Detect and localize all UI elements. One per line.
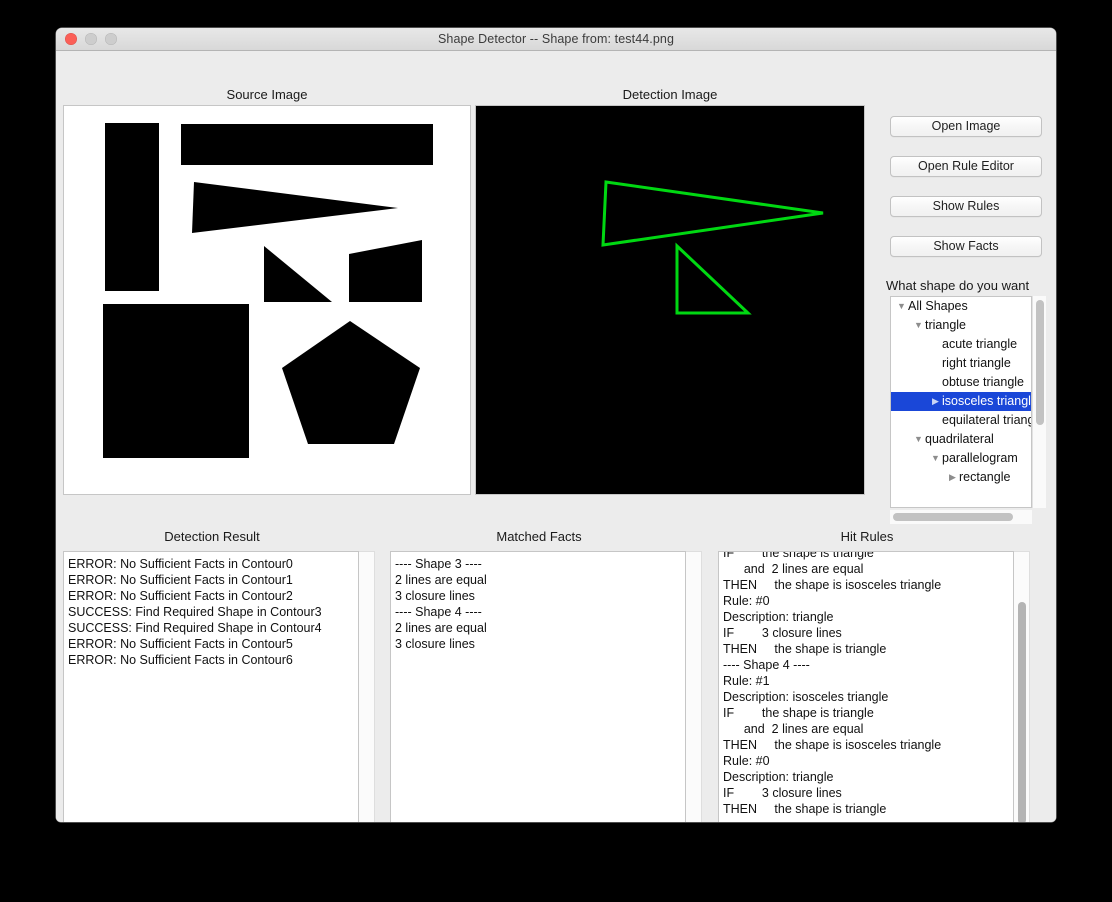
detection-image-canvas bbox=[476, 106, 864, 494]
tree-item-All-Shapes[interactable]: ▼ All Shapes bbox=[891, 297, 1031, 316]
tree-item-label: obtuse triangle bbox=[942, 375, 1025, 390]
chevron-down-icon[interactable]: ▼ bbox=[895, 297, 908, 316]
matched-facts-scrollbar[interactable] bbox=[686, 551, 702, 822]
tree-item-triangle[interactable]: ▼ triangle bbox=[891, 316, 1031, 335]
source-image-label: Source Image bbox=[226, 87, 308, 102]
hit-rules-text: IF the shape is triangle and 2 lines are… bbox=[723, 551, 942, 816]
detection-result-panel: ERROR: No Sufficient Facts in Contour0 E… bbox=[63, 551, 375, 822]
tree-item-label: acute triangle bbox=[942, 337, 1018, 352]
tree-item-rectangle[interactable]: ▶ rectangle bbox=[891, 468, 1031, 487]
source-image-view[interactable] bbox=[63, 105, 471, 495]
shape-tree[interactable]: ▼ All Shapes ▼ triangle acute triangle right … bbox=[890, 296, 1032, 508]
tree-item-quadrilateral[interactable]: ▼ quadrilateral bbox=[891, 430, 1031, 449]
detection-result-text: ERROR: No Sufficient Facts in Contour0 E… bbox=[68, 557, 322, 667]
matched-facts-label: Matched Facts bbox=[496, 529, 582, 544]
matched-facts-textarea[interactable]: ---- Shape 3 ---- 2 lines are equal 3 cl… bbox=[390, 551, 686, 822]
tree-item-obtuse-triangle[interactable]: obtuse triangle bbox=[891, 373, 1031, 392]
detection-result-textarea[interactable]: ERROR: No Sufficient Facts in Contour0 E… bbox=[63, 551, 359, 822]
window-content: Source Image Detection Image Open Image … bbox=[56, 51, 1056, 822]
detection-result-scrollbar[interactable] bbox=[359, 551, 375, 822]
shape-tree-container: ▼ All Shapes ▼ triangle acute triangle right … bbox=[890, 296, 1046, 524]
tree-item-right-triangle[interactable]: right triangle bbox=[891, 354, 1031, 373]
open-image-button[interactable]: Open Image bbox=[890, 116, 1042, 137]
source-image-canvas bbox=[64, 106, 470, 494]
window-title: Shape Detector -- Shape from: test44.png bbox=[437, 32, 675, 46]
hit-rules-label: Hit Rules bbox=[840, 529, 894, 544]
tree-item-label: quadrilateral bbox=[925, 432, 994, 447]
detection-result-label: Detection Result bbox=[164, 529, 260, 544]
hit-rules-scrollbar[interactable] bbox=[1014, 551, 1030, 822]
wide-rectangle bbox=[181, 124, 433, 165]
scrollbar-thumb[interactable] bbox=[1018, 602, 1026, 822]
shape-tree-title: What shape do you want bbox=[886, 278, 1030, 293]
shape-tree-horizontal-scrollbar[interactable] bbox=[890, 510, 1032, 524]
tree-item-label: rectangle bbox=[959, 470, 1011, 485]
matched-facts-panel: ---- Shape 3 ---- 2 lines are equal 3 cl… bbox=[390, 551, 702, 822]
large-square bbox=[103, 304, 249, 458]
tree-item-acute-triangle[interactable]: acute triangle bbox=[891, 335, 1031, 354]
show-rules-button[interactable]: Show Rules bbox=[890, 196, 1042, 217]
tree-item-isosceles-triangle[interactable]: ▶ isosceles triangle bbox=[891, 392, 1031, 411]
tree-item-parallelogram[interactable]: ▼ parallelogram bbox=[891, 449, 1031, 468]
tree-item-label: parallelogram bbox=[942, 451, 1018, 466]
scrollbar-thumb[interactable] bbox=[893, 513, 1013, 521]
tree-item-label: triangle bbox=[925, 318, 966, 333]
chevron-down-icon[interactable]: ▼ bbox=[912, 316, 925, 335]
show-facts-button[interactable]: Show Facts bbox=[890, 236, 1042, 257]
open-rule-editor-button[interactable]: Open Rule Editor bbox=[890, 156, 1042, 177]
scrollbar-thumb[interactable] bbox=[1036, 300, 1044, 425]
tree-item-label: All Shapes bbox=[908, 299, 968, 314]
application-window: Shape Detector -- Shape from: test44.png… bbox=[56, 28, 1056, 822]
detection-image-label: Detection Image bbox=[622, 87, 718, 102]
chevron-down-icon[interactable]: ▼ bbox=[929, 449, 942, 468]
detection-image-view[interactable] bbox=[475, 105, 865, 495]
tree-item-label: equilateral triangle bbox=[942, 413, 1031, 428]
chevron-right-icon[interactable]: ▶ bbox=[929, 392, 942, 411]
tree-item-label: right triangle bbox=[942, 356, 1011, 371]
shape-tree-vertical-scrollbar[interactable] bbox=[1032, 296, 1046, 508]
hit-rules-panel: IF the shape is triangle and 2 lines are… bbox=[718, 551, 1030, 822]
chevron-down-icon[interactable]: ▼ bbox=[912, 430, 925, 449]
window-titlebar: Shape Detector -- Shape from: test44.png bbox=[56, 28, 1056, 51]
tree-item-label: isosceles triangle bbox=[942, 394, 1032, 409]
tall-rectangle bbox=[105, 123, 159, 291]
chevron-right-icon[interactable]: ▶ bbox=[946, 468, 959, 487]
tree-item-equilateral-triangle[interactable]: equilateral triangle bbox=[891, 411, 1031, 430]
matched-facts-text: ---- Shape 3 ---- 2 lines are equal 3 cl… bbox=[395, 557, 487, 651]
hit-rules-textarea[interactable]: IF the shape is triangle and 2 lines are… bbox=[718, 551, 1014, 822]
